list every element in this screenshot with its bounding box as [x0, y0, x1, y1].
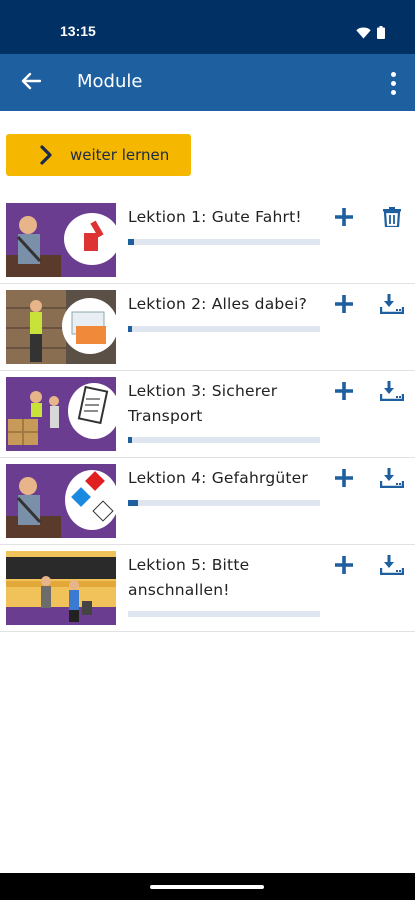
download-icon — [379, 468, 405, 492]
lesson-title: Lektion 4: Gefahrgüter — [128, 469, 308, 487]
progress-fill — [128, 239, 134, 245]
home-gesture-handle[interactable] — [150, 885, 264, 889]
chevron-right-icon — [26, 134, 66, 176]
lesson-title: Lektion 1: Gute Fahrt! — [128, 208, 302, 226]
download-button[interactable] — [377, 466, 407, 494]
trash-icon — [383, 207, 401, 231]
add-button[interactable] — [330, 205, 358, 233]
plus-icon — [334, 468, 354, 492]
add-button[interactable] — [330, 553, 358, 581]
lesson-title: Lektion 3: Sicherer Transport — [128, 382, 278, 425]
wifi-icon — [356, 24, 371, 43]
lesson-thumbnail — [6, 203, 116, 277]
progress-fill — [128, 500, 138, 506]
add-button[interactable] — [330, 379, 358, 407]
system-navigation-bar — [0, 873, 415, 900]
list-item[interactable]: Lektion 1: Gute Fahrt! — [0, 197, 415, 284]
download-button[interactable] — [377, 379, 407, 407]
add-button[interactable] — [330, 292, 358, 320]
plus-icon — [334, 381, 354, 405]
battery-icon — [377, 24, 385, 43]
lesson-progress-bar — [128, 500, 320, 506]
list-item[interactable]: Lektion 2: Alles dabei? — [0, 284, 415, 371]
more-options-button[interactable] — [381, 66, 405, 100]
lesson-thumbnail — [6, 377, 116, 451]
plus-icon — [334, 294, 354, 318]
delete-button[interactable] — [377, 205, 407, 233]
progress-fill — [128, 326, 132, 332]
arrow-left-icon — [21, 72, 42, 94]
download-icon — [379, 294, 405, 318]
app-bar: Module — [0, 54, 415, 111]
lesson-thumbnail — [6, 551, 116, 625]
lesson-thumbnail — [6, 290, 116, 364]
back-button[interactable] — [14, 66, 48, 100]
lesson-progress-bar — [128, 611, 320, 617]
lesson-progress-bar — [128, 326, 320, 332]
download-button[interactable] — [377, 553, 407, 581]
plus-icon — [334, 207, 354, 231]
lesson-title: Lektion 5: Bitte anschnallen! — [128, 556, 250, 599]
list-item[interactable]: Lektion 3: Sicherer Transport — [0, 371, 415, 458]
download-button[interactable] — [377, 292, 407, 320]
lesson-thumbnail — [6, 464, 116, 538]
add-button[interactable] — [330, 466, 358, 494]
status-icons — [356, 24, 385, 43]
lesson-list: Lektion 1: Gute Fahrt! Lektion 2: Alles … — [0, 197, 415, 632]
lesson-title: Lektion 2: Alles dabei? — [128, 295, 308, 313]
lesson-progress-bar — [128, 437, 320, 443]
list-item[interactable]: Lektion 4: Gefahrgüter — [0, 458, 415, 545]
status-bar: 13:15 — [0, 0, 415, 54]
list-item[interactable]: Lektion 5: Bitte anschnallen! — [0, 545, 415, 632]
download-icon — [379, 555, 405, 579]
page-title: Module — [77, 71, 143, 92]
continue-learning-button[interactable]: weiter lernen — [6, 134, 191, 176]
download-icon — [379, 381, 405, 405]
status-time: 13:15 — [60, 23, 96, 39]
continue-learning-label: weiter lernen — [70, 146, 170, 164]
screen: 13:15 Module weiter lernen Lektion 1: Gu… — [0, 0, 415, 900]
progress-fill — [128, 437, 132, 443]
plus-icon — [334, 555, 354, 579]
lesson-progress-bar — [128, 239, 320, 245]
